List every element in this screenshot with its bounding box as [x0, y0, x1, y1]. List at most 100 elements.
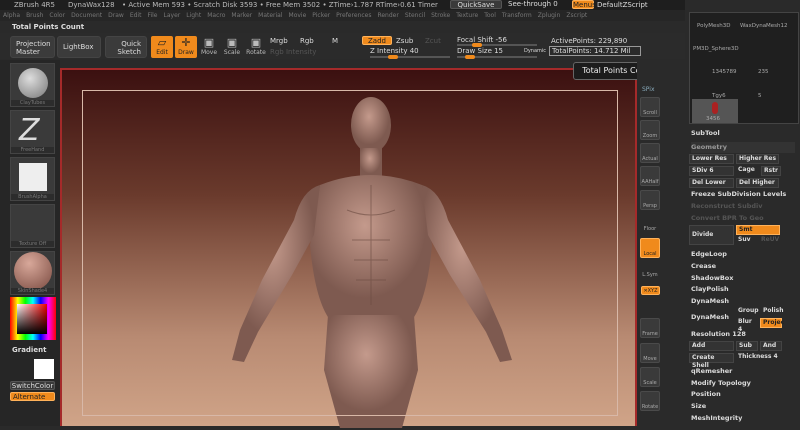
quick-sketch-button[interactable]: Quick Sketch: [105, 36, 147, 58]
subtool-label[interactable]: PolyMesh3D: [697, 23, 730, 29]
zoom-button[interactable]: Zoom: [640, 120, 660, 140]
color-picker[interactable]: [10, 297, 56, 340]
menu-item[interactable]: Zscript: [566, 12, 587, 19]
subtool-section[interactable]: SubTool: [691, 128, 795, 139]
persp-button[interactable]: Persp: [640, 190, 660, 210]
aahalf-button[interactable]: AAHalf: [640, 166, 660, 186]
position-section[interactable]: Position: [691, 389, 795, 400]
polish-toggle[interactable]: Polish: [761, 307, 783, 317]
alternate-button[interactable]: Alternate: [10, 392, 55, 401]
lsym-button[interactable]: L.Sym: [640, 260, 660, 280]
edgeloop-section[interactable]: EdgeLoop: [691, 249, 795, 260]
mrgb-button[interactable]: Mrgb: [270, 37, 288, 45]
menu-item[interactable]: Stroke: [431, 12, 450, 19]
scroll-button[interactable]: Scroll: [640, 97, 660, 117]
higher-res-button[interactable]: Higher Res: [736, 154, 779, 164]
menus-button[interactable]: Menus: [572, 0, 596, 9]
floor-button[interactable]: Floor: [640, 214, 660, 234]
shadowbox-section[interactable]: ShadowBox: [691, 273, 795, 284]
focal-shift-slider[interactable]: Focal Shift -56: [457, 36, 507, 44]
menu-item[interactable]: Movie: [289, 12, 307, 19]
menu-item[interactable]: Draw: [108, 12, 124, 19]
rgb-button[interactable]: Rgb: [300, 37, 314, 45]
group-toggle[interactable]: Group: [736, 307, 760, 317]
z-intensity-slider[interactable]: Z Intensity 40: [370, 47, 419, 55]
see-through-slider[interactable]: See-through 0: [508, 0, 560, 8]
sub-button[interactable]: Sub: [736, 341, 758, 351]
dynamic-button[interactable]: Dynamic: [524, 48, 546, 54]
menu-item[interactable]: File: [147, 12, 157, 19]
scale-view-button[interactable]: Scale: [640, 367, 660, 387]
m-button[interactable]: M: [332, 37, 338, 45]
stroke-thumb[interactable]: Z FreeHand: [10, 110, 55, 154]
menu-item[interactable]: Picker: [312, 12, 330, 19]
resolution-slider[interactable]: Resolution 128: [691, 329, 795, 340]
local-button[interactable]: Local: [640, 238, 660, 258]
modify-topology-section[interactable]: Modify Topology: [691, 378, 795, 389]
del-higher-button[interactable]: Del Higher: [736, 178, 779, 188]
draw-button[interactable]: ✛ Draw: [175, 36, 197, 58]
subtool-label[interactable]: WaxDynaMesh12: [740, 23, 788, 29]
draw-size-slider[interactable]: Draw Size 15: [457, 47, 503, 55]
menu-item[interactable]: Render: [377, 12, 398, 19]
dynamesh-button[interactable]: DynaMesh: [691, 312, 731, 323]
menu-item[interactable]: Color: [49, 12, 65, 19]
gradient-toggle[interactable]: Gradient: [12, 346, 46, 354]
dynamesh-section[interactable]: DynaMesh: [691, 296, 795, 307]
divide-button[interactable]: Divide: [689, 225, 734, 245]
edit-button[interactable]: ▱ Edit: [151, 36, 173, 58]
projection-master-button[interactable]: Projection Master: [10, 36, 55, 58]
rotate-view-button[interactable]: Rotate: [640, 391, 660, 411]
focal-shift-track[interactable]: [457, 43, 537, 47]
del-lower-button[interactable]: Del Lower: [689, 178, 734, 188]
size-section[interactable]: Size: [691, 401, 795, 412]
create-shell-button[interactable]: Create Shell: [689, 353, 734, 369]
frame-button[interactable]: Frame: [640, 318, 660, 338]
alpha-thumb[interactable]: BrushAlpha: [10, 157, 55, 201]
menu-item[interactable]: Edit: [130, 12, 142, 19]
switchcolor-button[interactable]: SwitchColor: [10, 381, 55, 390]
zcut-button[interactable]: Zcut: [425, 37, 441, 45]
menu-item[interactable]: Macro: [207, 12, 225, 19]
rstr-button[interactable]: Rstr: [761, 166, 781, 176]
color-square[interactable]: [17, 304, 47, 334]
lower-res-button[interactable]: Lower Res: [689, 154, 734, 164]
material-thumb[interactable]: SkinShade4: [10, 251, 55, 295]
smt-toggle[interactable]: Smt: [736, 225, 780, 235]
menu-item[interactable]: Texture: [456, 12, 478, 19]
sdiv-slider[interactable]: SDiv 6: [689, 166, 734, 176]
lightbox-button[interactable]: LightBox: [57, 36, 101, 58]
reuv-toggle[interactable]: ReUV: [759, 236, 779, 246]
quicksave-button[interactable]: QuickSave: [450, 0, 502, 9]
scale-button[interactable]: ▣ Scale: [221, 36, 243, 58]
menu-item[interactable]: Brush: [26, 12, 43, 19]
project-toggle[interactable]: Projec: [760, 318, 784, 328]
thickness-slider[interactable]: Thickness 4: [736, 353, 781, 363]
claypolish-section[interactable]: ClayPolish: [691, 284, 795, 295]
convert-bpr-button[interactable]: Convert BPR To Geo: [691, 213, 795, 224]
default-zscript-button[interactable]: DefaultZScript: [597, 1, 648, 9]
rotate-button[interactable]: ▣ Rotate: [245, 36, 267, 58]
menu-item[interactable]: Layer: [164, 12, 181, 19]
menu-item[interactable]: Zplugin: [538, 12, 561, 19]
z-intensity-track[interactable]: [370, 55, 450, 59]
subtool-label[interactable]: PM3D_Sphere3D: [693, 46, 739, 52]
qremesher-section[interactable]: qRemesher: [691, 366, 795, 377]
and-button[interactable]: And: [760, 341, 782, 351]
menu-item[interactable]: Light: [186, 12, 201, 19]
reconstruct-subdiv-button[interactable]: Reconstruct Subdiv: [691, 201, 795, 212]
menu-item[interactable]: Transform: [502, 12, 532, 19]
xyz-button[interactable]: ✕XYZ: [641, 286, 660, 295]
move-button[interactable]: ▣ Move: [198, 36, 220, 58]
menu-item[interactable]: Document: [71, 12, 102, 19]
spix-slider[interactable]: SPix: [642, 86, 655, 93]
zadd-button[interactable]: Zadd: [362, 36, 392, 45]
menu-item[interactable]: Material: [258, 12, 282, 19]
texture-thumb[interactable]: Texture Off: [10, 204, 55, 248]
blur-slider[interactable]: Blur 4: [736, 318, 758, 333]
freeze-subdiv-button[interactable]: Freeze SubDivision Levels: [691, 189, 795, 200]
crease-section[interactable]: Crease: [691, 261, 795, 272]
menu-item[interactable]: Marker: [231, 12, 252, 19]
menu-item[interactable]: Preferences: [336, 12, 371, 19]
menu-item[interactable]: Stencil: [405, 12, 425, 19]
